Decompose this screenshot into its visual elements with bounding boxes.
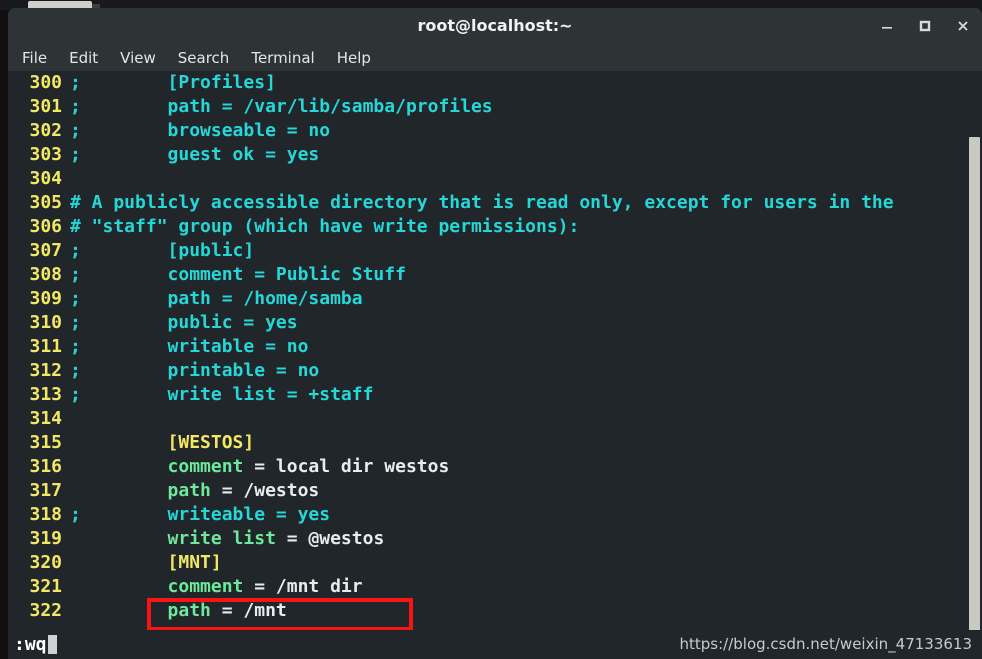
line-number: 306	[29, 216, 62, 237]
line-text: ; [public]	[70, 240, 255, 261]
editor-line: 310 ; public = yes	[8, 311, 982, 335]
line-text: ; path = /home/samba	[70, 288, 363, 309]
line-number: 311	[29, 336, 62, 357]
editor-line: 320 [MNT]	[8, 551, 982, 575]
editor-lines: 300 ; [Profiles] 301 ; path = /var/lib/samb…	[8, 71, 982, 623]
menu-item-help[interactable]: Help	[337, 49, 371, 67]
line-text: = local dir westos	[243, 456, 450, 477]
editor-line: 311 ; writable = no	[8, 335, 982, 359]
scrollbar-track[interactable]	[966, 71, 982, 659]
close-icon[interactable]	[954, 17, 972, 35]
line-number: 307	[29, 240, 62, 261]
line-text: write list	[70, 528, 276, 549]
line-number: 309	[29, 288, 62, 309]
editor-line: 313 ; write list = +staff	[8, 383, 982, 407]
editor-line: 317 path = /westos	[8, 479, 982, 503]
terminal-window: root@localhost:~ File Edit View Search T…	[8, 8, 982, 659]
menu-item-view[interactable]: View	[120, 49, 156, 67]
editor-line: 305 # A publicly accessible directory tha…	[8, 191, 982, 215]
vim-command-line[interactable]: :wq	[14, 630, 57, 659]
window-title: root@localhost:~	[417, 16, 573, 35]
terminal-viewport[interactable]: 300 ; [Profiles] 301 ; path = /var/lib/samb…	[8, 71, 982, 659]
editor-line: 319 write list = @westos	[8, 527, 982, 551]
minimize-icon[interactable]	[878, 17, 896, 35]
line-number: 312	[29, 360, 62, 381]
editor-line: 307 ; [public]	[8, 239, 982, 263]
line-number: 310	[29, 312, 62, 333]
line-number: 313	[29, 384, 62, 405]
editor-line: 303 ; guest ok = yes	[8, 143, 982, 167]
line-text: = /westos	[210, 480, 320, 501]
line-text: = @westos	[275, 528, 385, 549]
line-text: = /mnt dir	[243, 576, 363, 597]
line-number: 316	[29, 456, 62, 477]
editor-line: 309 ; path = /home/samba	[8, 287, 982, 311]
menu-item-search[interactable]: Search	[178, 49, 230, 67]
line-text: ; browseable = no	[70, 120, 331, 141]
line-text: ; write list = +staff	[70, 384, 374, 405]
line-text: [WESTOS]	[70, 432, 255, 453]
line-number: 315	[29, 432, 62, 453]
watermark-url: https://blog.csdn.net/weixin_47133613	[679, 635, 972, 653]
line-text: = /mnt	[210, 600, 287, 621]
line-text: ; [Profiles]	[70, 72, 276, 93]
line-number: 305	[29, 192, 62, 213]
window-controls	[878, 8, 972, 44]
line-text: comment	[70, 456, 244, 477]
editor-line: 315 [WESTOS]	[8, 431, 982, 455]
editor-line: 304	[8, 167, 982, 191]
menu-item-file[interactable]: File	[22, 49, 47, 67]
line-text: comment	[70, 576, 244, 597]
line-number: 319	[29, 528, 62, 549]
line-number: 322	[29, 600, 62, 621]
line-text: ; guest ok = yes	[70, 144, 320, 165]
editor-line: 321 comment = /mnt dir	[8, 575, 982, 599]
status-bar: :wq https://blog.csdn.net/weixin_4713361…	[8, 630, 982, 659]
scrollbar-thumb[interactable]	[969, 137, 980, 659]
editor-line: 302 ; browseable = no	[8, 119, 982, 143]
editor-line: 322 path = /mnt	[8, 599, 982, 623]
line-number: 300	[29, 72, 62, 93]
menu-bar: File Edit View Search Terminal Help	[8, 44, 982, 71]
editor-line: 318 ; writeable = yes	[8, 503, 982, 527]
line-number: 301	[29, 96, 62, 117]
vim-command-text: :wq	[14, 634, 47, 655]
editor-line: 306 # "staff" group (which have write per…	[8, 215, 982, 239]
menu-item-edit[interactable]: Edit	[69, 49, 98, 67]
line-text: # A publicly accessible directory that i…	[70, 192, 894, 213]
line-number: 303	[29, 144, 62, 165]
line-text: ; comment = Public Stuff	[70, 264, 406, 285]
editor-line: 300 ; [Profiles]	[8, 71, 982, 95]
line-number: 320	[29, 552, 62, 573]
line-text: ; public = yes	[70, 312, 298, 333]
line-text: ; writeable = yes	[70, 504, 331, 525]
terminal-window-root: root@localhost:~ File Edit View Search T…	[0, 0, 982, 659]
maximize-icon[interactable]	[916, 17, 934, 35]
editor-line: 314	[8, 407, 982, 431]
editor-line: 312 ; printable = no	[8, 359, 982, 383]
line-text: path	[70, 480, 211, 501]
line-number: 304	[29, 168, 62, 189]
menu-item-terminal[interactable]: Terminal	[251, 49, 314, 67]
line-text: ; printable = no	[70, 360, 320, 381]
line-number: 317	[29, 480, 62, 501]
text-cursor	[47, 635, 57, 654]
line-number: 302	[29, 120, 62, 141]
title-bar[interactable]: root@localhost:~	[8, 8, 982, 44]
editor-line: 316 comment = local dir westos	[8, 455, 982, 479]
line-number: 308	[29, 264, 62, 285]
line-text: ; writable = no	[70, 336, 309, 357]
line-text: ; path = /var/lib/samba/profiles	[70, 96, 493, 117]
line-text: [MNT]	[70, 552, 222, 573]
line-text: # "staff" group (which have write permis…	[70, 216, 580, 237]
line-number: 318	[29, 504, 62, 525]
line-text: path	[70, 600, 211, 621]
line-number: 314	[29, 408, 62, 429]
editor-line: 308 ; comment = Public Stuff	[8, 263, 982, 287]
editor-line: 301 ; path = /var/lib/samba/profiles	[8, 95, 982, 119]
line-number: 321	[29, 576, 62, 597]
